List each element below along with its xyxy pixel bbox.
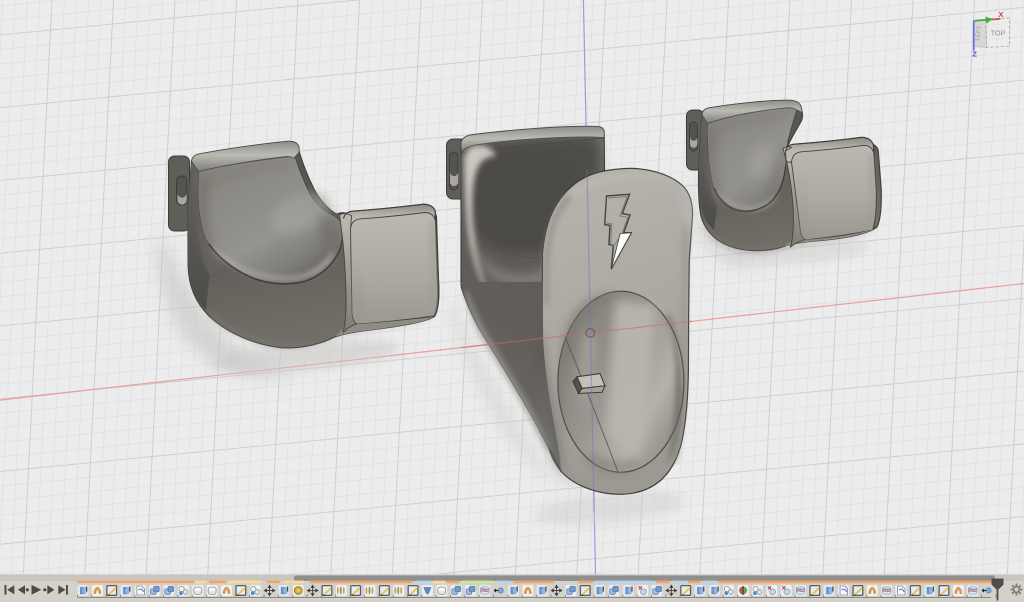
svg-text:TOP: TOP [991,29,1006,38]
svg-text:X: X [999,10,1004,19]
svg-text:Z: Z [972,50,977,59]
